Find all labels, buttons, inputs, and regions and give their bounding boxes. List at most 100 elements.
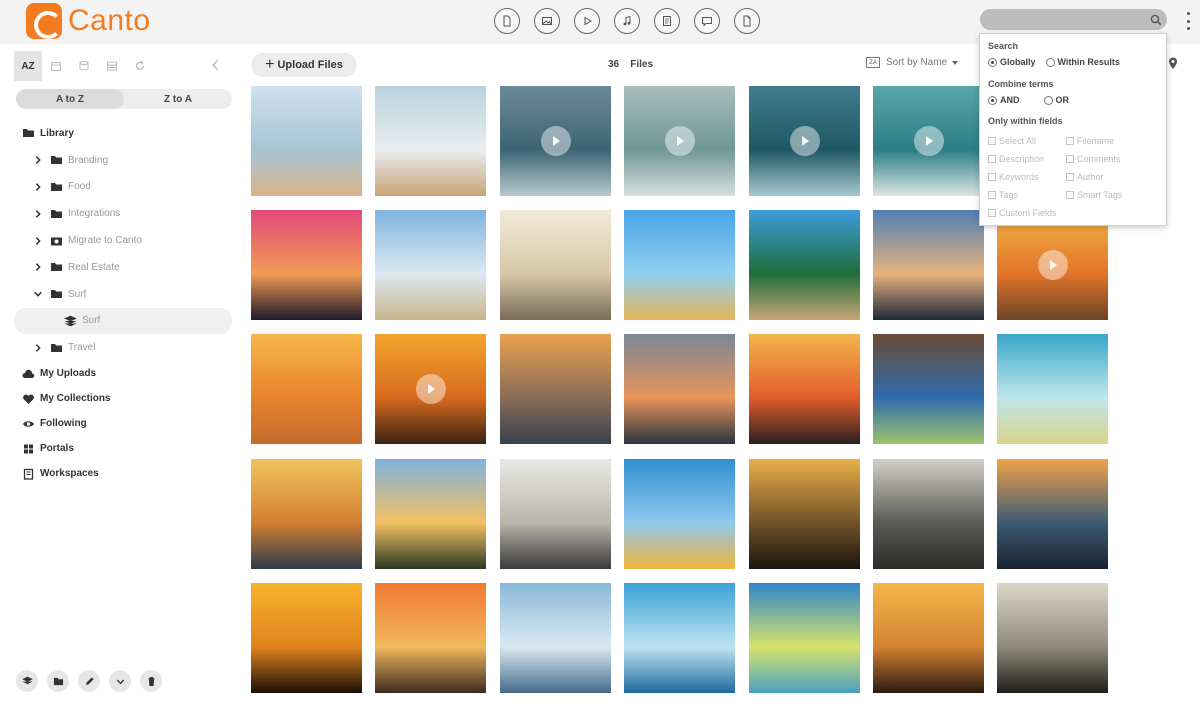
- tree-item-label: Real Estate: [68, 261, 120, 273]
- tree-folder-travel[interactable]: Travel: [14, 334, 232, 361]
- field-smart-tags-checkbox[interactable]: Smart Tags: [1066, 190, 1122, 200]
- edit-pencil-icon[interactable]: [78, 670, 100, 692]
- field-custom-fields-checkbox[interactable]: Custom Fields: [988, 208, 1057, 218]
- library-root[interactable]: Library: [14, 120, 232, 147]
- field-select-all-checkbox[interactable]: Select All: [988, 136, 1036, 146]
- trash-icon[interactable]: [140, 670, 162, 692]
- sort-az-tool[interactable]: AZ: [14, 51, 42, 81]
- field-author-checkbox[interactable]: Author: [1066, 172, 1104, 182]
- field-description-checkbox[interactable]: Description: [988, 154, 1044, 164]
- video-thumbnail[interactable]: [624, 86, 736, 196]
- list-tool-icon[interactable]: [98, 51, 126, 81]
- upload-files-button[interactable]: + Upload Files: [251, 53, 357, 77]
- collapse-sidebar-icon[interactable]: [210, 58, 222, 72]
- video-thumbnail[interactable]: [997, 210, 1109, 321]
- presentation-filter-icon[interactable]: [654, 8, 680, 34]
- search-icon[interactable]: [1149, 13, 1163, 27]
- tree-folder-surf[interactable]: Surf: [14, 281, 232, 308]
- tree-folder-real-estate[interactable]: Real Estate: [14, 254, 232, 281]
- image-thumbnail[interactable]: [997, 582, 1109, 693]
- dropdown-arrow-icon: [952, 60, 959, 65]
- image-filter-icon[interactable]: [534, 8, 560, 34]
- tree-folder-branding[interactable]: Branding: [14, 147, 232, 174]
- search-globally-radio[interactable]: Globally: [988, 57, 1036, 67]
- search-within-results-radio[interactable]: Within Results: [1045, 57, 1120, 67]
- sort-z-to-a-button[interactable]: Z to A: [124, 89, 232, 109]
- tree-album-surf[interactable]: Surf: [14, 307, 232, 335]
- video-thumbnail[interactable]: [375, 334, 487, 445]
- image-thumbnail[interactable]: [748, 334, 860, 445]
- field-keywords-checkbox[interactable]: Keywords: [988, 172, 1039, 182]
- image-thumbnail[interactable]: [873, 458, 984, 569]
- image-thumbnail[interactable]: [375, 582, 487, 693]
- video-filter-icon[interactable]: [574, 8, 600, 34]
- video-thumbnail[interactable]: [499, 86, 611, 196]
- location-pin-icon[interactable]: [1167, 56, 1179, 70]
- sidebar-item-portals[interactable]: Portals: [14, 436, 232, 461]
- image-thumbnail[interactable]: [375, 458, 487, 569]
- sidebar-item-workspaces[interactable]: Workspaces: [14, 461, 232, 486]
- image-thumbnail[interactable]: [873, 334, 984, 445]
- video-thumbnail[interactable]: [748, 86, 860, 196]
- chevron-right-icon[interactable]: [32, 342, 44, 354]
- tree-folder-food[interactable]: Food: [14, 174, 232, 201]
- image-thumbnail[interactable]: [748, 458, 860, 569]
- image-thumbnail[interactable]: [375, 86, 487, 196]
- video-thumbnail[interactable]: [873, 86, 984, 196]
- image-thumbnail[interactable]: [499, 582, 611, 693]
- folder-icon: [51, 343, 62, 352]
- image-thumbnail[interactable]: [624, 210, 736, 321]
- image-thumbnail[interactable]: [375, 210, 487, 321]
- file-count-number: 36: [608, 59, 620, 70]
- image-thumbnail[interactable]: [873, 210, 984, 321]
- calendar-tool-icon[interactable]: [42, 51, 70, 81]
- chevron-right-icon[interactable]: [32, 181, 44, 193]
- image-thumbnail[interactable]: [997, 458, 1109, 569]
- refresh-tool-icon[interactable]: [126, 51, 154, 81]
- sidebar-item-my-uploads[interactable]: My Uploads: [14, 361, 232, 386]
- sidebar-item-following[interactable]: Following: [14, 411, 232, 436]
- chevron-right-icon[interactable]: [32, 208, 44, 220]
- chevron-right-icon[interactable]: [32, 154, 44, 166]
- field-comments-checkbox[interactable]: Comments: [1066, 154, 1121, 164]
- chevron-right-icon[interactable]: [32, 235, 44, 247]
- image-thumbnail[interactable]: [499, 458, 611, 569]
- sidebar-toolbar: AZ: [14, 50, 232, 82]
- sort-by-dropdown[interactable]: ZA Sort by Name: [866, 57, 959, 68]
- database-tool-icon[interactable]: [70, 51, 98, 81]
- image-thumbnail[interactable]: [251, 582, 362, 693]
- more-options-icon[interactable]: [1184, 12, 1192, 30]
- chevron-right-icon[interactable]: [32, 261, 44, 273]
- audio-filter-icon[interactable]: [614, 8, 640, 34]
- image-thumbnail[interactable]: [624, 582, 736, 693]
- sidebar-item-my-collections[interactable]: My Collections: [14, 386, 232, 411]
- field-tags-checkbox[interactable]: Tags: [988, 190, 1018, 200]
- sort-a-to-z-button[interactable]: A to Z: [16, 89, 124, 109]
- image-thumbnail[interactable]: [624, 458, 736, 569]
- canto-logo[interactable]: Canto: [26, 3, 151, 39]
- image-thumbnail[interactable]: [624, 334, 736, 445]
- chevron-down-icon[interactable]: [109, 670, 131, 692]
- image-thumbnail[interactable]: [251, 334, 362, 445]
- image-thumbnail[interactable]: [748, 210, 860, 321]
- image-thumbnail[interactable]: [873, 582, 984, 693]
- image-thumbnail[interactable]: [499, 210, 611, 321]
- chevron-down-icon[interactable]: [32, 288, 44, 300]
- other-file-filter-icon[interactable]: [734, 8, 760, 34]
- image-thumbnail[interactable]: [251, 458, 362, 569]
- tree-folder-integrations[interactable]: Integrations: [14, 200, 232, 227]
- image-thumbnail[interactable]: [251, 86, 362, 196]
- search-input[interactable]: [980, 9, 1167, 30]
- combine-and-radio[interactable]: AND: [988, 95, 1020, 105]
- add-folder-icon[interactable]: [47, 670, 69, 692]
- tree-folder-migrate[interactable]: Migrate to Canto: [14, 227, 232, 254]
- image-thumbnail[interactable]: [251, 210, 362, 321]
- combine-or-radio[interactable]: OR: [1043, 95, 1069, 105]
- image-thumbnail[interactable]: [997, 334, 1109, 445]
- image-thumbnail[interactable]: [499, 334, 611, 445]
- field-filename-checkbox[interactable]: Filename: [1066, 136, 1114, 146]
- chat-filter-icon[interactable]: [694, 8, 720, 34]
- image-thumbnail[interactable]: [748, 582, 860, 693]
- document-filter-icon[interactable]: [494, 8, 520, 34]
- add-album-icon[interactable]: [16, 670, 38, 692]
